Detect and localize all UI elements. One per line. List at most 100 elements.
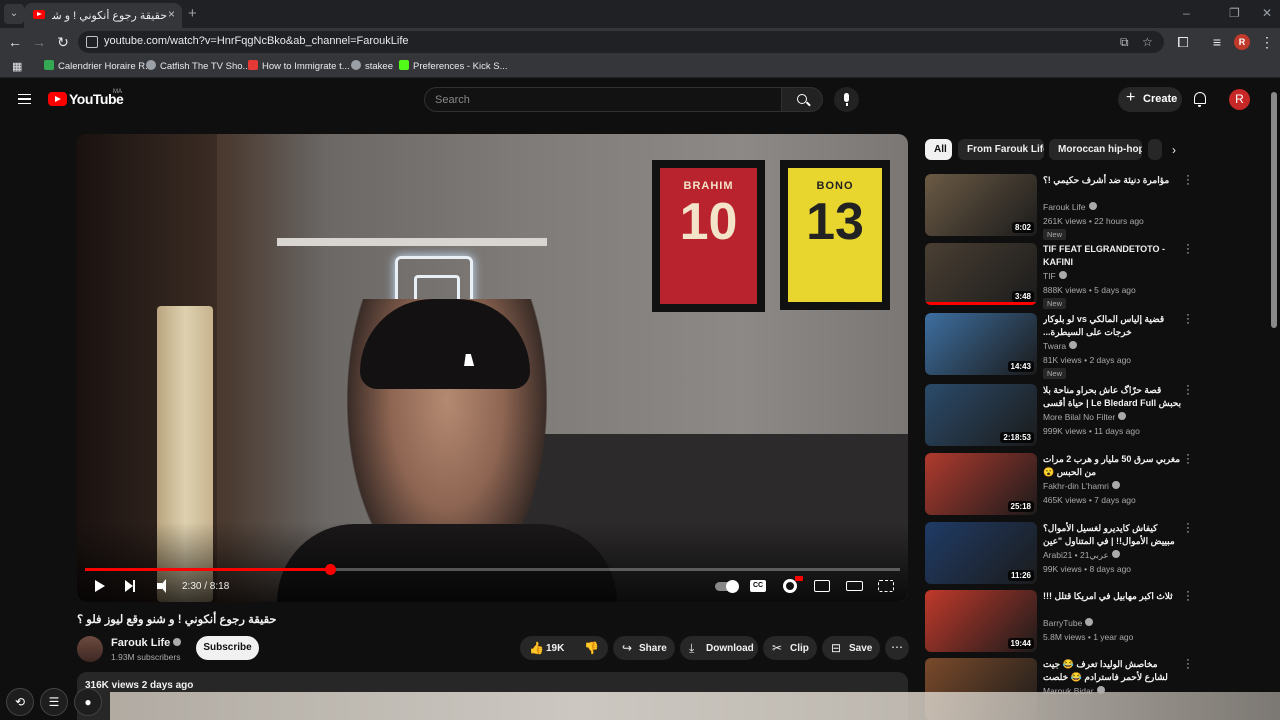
video-thumbnail[interactable]: 3:48	[925, 243, 1037, 305]
recommendation-title[interactable]: قضية إلياس المالكي vs لو بلوكار خرجات عل…	[1043, 313, 1183, 339]
video-player[interactable]: BRAHIM 10 BONO 13 2:30 / 8:18 CC	[77, 134, 908, 602]
recommendation-item[interactable]: 11:26 كيفاش كايديرو لغسيل الأموال؟ مبييض …	[925, 519, 1195, 584]
browser-menu-icon[interactable]: ⋮	[1258, 33, 1276, 51]
dislike-icon[interactable]: 👎	[584, 641, 599, 655]
more-vert-icon[interactable]: · · ·	[1184, 587, 1192, 606]
menu-icon[interactable]	[18, 94, 31, 104]
youtube-logo-icon[interactable]	[48, 92, 67, 106]
recommendation-item[interactable]: 3:48 TIF FEAT ELGRANDETOTO - KAFINI TIF 888…	[925, 240, 1195, 309]
search-button[interactable]	[781, 87, 823, 112]
like-icon[interactable]: 👍	[529, 641, 544, 655]
create-button[interactable]: + Create	[1118, 87, 1182, 112]
search-input[interactable]: Search	[424, 87, 782, 112]
back-icon[interactable]: ←	[6, 33, 24, 51]
chip-from-channel[interactable]: From Farouk Life	[958, 139, 1044, 160]
more-actions-button[interactable]: ⋯	[885, 636, 909, 660]
voice-search-icon[interactable]	[834, 87, 859, 112]
progress-bar[interactable]	[85, 564, 900, 575]
recommendation-title[interactable]: مغربي سرق 50 مليار و هرب 2 مرات من الحبس…	[1043, 453, 1183, 479]
dock-record-icon[interactable]: ⟲	[6, 688, 34, 716]
recommendation-item[interactable]: 2:18:53 قصة حرّاگ عاش بحراو مناحة بلا بحب…	[925, 381, 1195, 446]
apps-grid-icon[interactable]: ▦	[12, 60, 22, 74]
tab-close-icon[interactable]: ×	[168, 7, 175, 21]
video-thumbnail[interactable]: 25:18	[925, 453, 1037, 515]
dock-menu-icon[interactable]: ☰	[40, 688, 68, 716]
chip-all[interactable]: All	[925, 139, 952, 160]
bookmark-item[interactable]: How to Immigrate t...	[248, 60, 350, 74]
page-scrollbar[interactable]	[1271, 92, 1277, 328]
recommendation-channel[interactable]: More Bilal No Filter	[1043, 412, 1127, 422]
maximize-icon[interactable]: ❐	[1229, 6, 1240, 20]
video-thumbnail[interactable]: 14:43	[925, 313, 1037, 375]
reload-icon[interactable]: ↻	[54, 33, 72, 51]
bookmark-star-icon[interactable]: ☆	[1142, 35, 1153, 49]
window-close-icon[interactable]: ✕	[1262, 6, 1272, 20]
recommendation-channel[interactable]: TIF	[1043, 271, 1067, 281]
tab-search-button[interactable]: ⌄	[4, 4, 24, 24]
clip-button[interactable]: ✂ Clip	[763, 636, 817, 660]
more-vert-icon[interactable]: · · ·	[1184, 310, 1192, 329]
video-thumbnail[interactable]: 19:44	[925, 590, 1037, 652]
recommendation-title[interactable]: كيفاش كايديرو لغسيل الأموال؟ مبييض الأمو…	[1043, 522, 1183, 548]
subtitles-icon[interactable]: CC	[750, 580, 766, 592]
channel-name[interactable]: Farouk Life	[111, 637, 182, 649]
recommendation-channel[interactable]: Farouk Life	[1043, 202, 1097, 212]
recommendation-item[interactable]: 14:43 قضية إلياس المالكي vs لو بلوكار خرج…	[925, 310, 1195, 379]
address-bar[interactable]: youtube.com/watch?v=HnrFqgNcBko&ab_chann…	[78, 31, 1164, 53]
new-tab-button[interactable]: +	[188, 5, 197, 22]
chip-overflow[interactable]	[1148, 139, 1162, 160]
browser-tab[interactable]: حقيقة رجوع أنكوني ! و شنو وقع ليوز فلو ؟…	[24, 3, 182, 28]
recommendation-item[interactable]: 25:18 مغربي سرق 50 مليار و هرب 2 مرات من …	[925, 450, 1195, 515]
video-thumbnail[interactable]: 8:02	[925, 174, 1037, 236]
video-thumbnail[interactable]: 11:26	[925, 522, 1037, 584]
recommendation-title[interactable]: ثلاث اكبر مهابيل في امريكا قتلل !!!	[1043, 590, 1183, 603]
video-thumbnail[interactable]: 2:18:53	[925, 384, 1037, 446]
extensions-icon[interactable]: ⧠	[1174, 33, 1192, 51]
recommendation-channel[interactable]: BarryTube	[1043, 618, 1094, 628]
minimize-icon[interactable]: –	[1183, 6, 1190, 20]
like-count[interactable]: 19K	[546, 643, 564, 654]
bookmark-item[interactable]: stakee	[351, 60, 393, 74]
fullscreen-icon[interactable]	[878, 580, 894, 592]
download-button[interactable]: ⤓ Download	[680, 636, 758, 660]
forward-icon[interactable]: →	[30, 33, 48, 51]
save-button[interactable]: ⊟ Save	[822, 636, 880, 660]
recommendation-channel[interactable]: Arabi21 • عربي21	[1043, 550, 1120, 561]
bookmark-item[interactable]: Catfish The TV Sho...	[146, 60, 250, 74]
notifications-icon[interactable]	[1194, 92, 1206, 107]
dock-drop-icon[interactable]: ●	[74, 688, 102, 716]
url-text[interactable]: youtube.com/watch?v=HnrFqgNcBko&ab_chann…	[104, 35, 409, 47]
volume-icon[interactable]	[157, 579, 166, 593]
play-icon[interactable]	[95, 580, 105, 592]
bookmark-item[interactable]: Preferences - Kick S...	[399, 60, 508, 74]
theater-mode-icon[interactable]	[846, 581, 863, 591]
more-vert-icon[interactable]: · · ·	[1184, 171, 1192, 190]
recommendation-title[interactable]: TIF FEAT ELGRANDETOTO - KAFINI	[1043, 243, 1183, 269]
chip-moroccan-hiphop[interactable]: Moroccan hip-hop	[1049, 139, 1142, 160]
share-button[interactable]: ↪ Share	[613, 636, 675, 660]
recommendation-title[interactable]: مخاصش الوليدا تعرف 😂 جيت لشارع لأحمر فاس…	[1043, 658, 1183, 684]
site-info-icon[interactable]	[86, 36, 98, 48]
recommendation-item[interactable]: 19:44 ثلاث اكبر مهابيل في امريكا قتلل !!!…	[925, 587, 1195, 652]
recommendation-title[interactable]: قصة حرّاگ عاش بحراو مناحة بلا بحبش Le Bl…	[1043, 384, 1183, 410]
recommendation-title[interactable]: مؤامرة دنيئة ضد أشرف حكيمي !؟	[1043, 174, 1183, 187]
more-vert-icon[interactable]: · · ·	[1184, 240, 1192, 259]
autoplay-toggle[interactable]	[715, 580, 739, 593]
cast-icon[interactable]: ⧉	[1120, 35, 1129, 50]
subscribe-button[interactable]: Subscribe	[196, 636, 259, 660]
more-vert-icon[interactable]: · · ·	[1184, 381, 1192, 400]
more-vert-icon[interactable]: · · ·	[1184, 519, 1192, 538]
recommendation-item[interactable]: 8:02 مؤامرة دنيئة ضد أشرف حكيمي !؟ Farouk …	[925, 171, 1195, 240]
next-icon[interactable]	[125, 580, 135, 592]
settings-gear-icon[interactable]	[783, 579, 797, 593]
more-vert-icon[interactable]: · · ·	[1184, 450, 1192, 469]
avatar[interactable]: R	[1229, 89, 1250, 110]
recommendation-channel[interactable]: Fakhr-din L'hamri	[1043, 481, 1120, 491]
reading-list-icon[interactable]: ≡	[1208, 33, 1226, 51]
channel-avatar[interactable]	[77, 636, 103, 662]
more-vert-icon[interactable]: · · ·	[1184, 655, 1192, 674]
miniplayer-icon[interactable]	[814, 580, 830, 592]
chevron-right-icon[interactable]: ›	[1172, 143, 1176, 157]
bookmark-item[interactable]: Calendrier Horaire R...	[44, 60, 153, 74]
browser-profile-avatar[interactable]: R	[1234, 34, 1250, 50]
